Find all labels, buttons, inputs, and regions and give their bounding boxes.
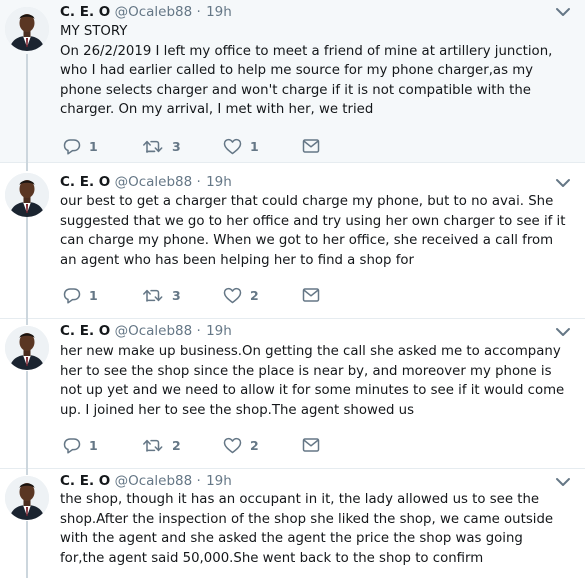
retweet-button[interactable]: 2: [142, 435, 181, 455]
timestamp[interactable]: 19h: [206, 473, 232, 489]
chevron-down-icon[interactable]: [555, 476, 571, 488]
reply-icon: [63, 138, 81, 155]
tweet-header: C. E. O @Ocaleb88 · 19h: [60, 3, 565, 21]
timestamp[interactable]: 19h: [206, 174, 232, 190]
retweet-icon: [143, 289, 163, 302]
author-name[interactable]: C. E. O: [60, 174, 110, 190]
avatar[interactable]: [5, 326, 49, 370]
tweet-thread: C. E. O @Ocaleb88 · 19h MY STORY On 26/2…: [0, 0, 585, 578]
tweet-actions: 1 2 2: [60, 435, 350, 455]
thread-connector: [26, 371, 28, 469]
envelope-icon: [302, 288, 320, 302]
avatar[interactable]: [5, 476, 49, 520]
chevron-down-icon[interactable]: [555, 6, 571, 18]
tweet-header: C. E. O @Ocaleb88 · 19h: [60, 472, 565, 490]
retweet-icon: [143, 140, 163, 153]
thread-connector: [26, 217, 28, 319]
author-name[interactable]: C. E. O: [60, 4, 110, 20]
separator-dot: ·: [196, 473, 201, 489]
like-button[interactable]: 1: [223, 136, 259, 156]
like-button[interactable]: 2: [223, 435, 259, 455]
direct-message-button[interactable]: [302, 435, 320, 455]
timestamp[interactable]: 19h: [206, 323, 232, 339]
author-handle[interactable]: @Ocaleb88: [115, 323, 193, 339]
separator-dot: ·: [196, 4, 201, 20]
thread-connector: [26, 163, 28, 171]
tweet-header: C. E. O @Ocaleb88 · 19h: [60, 173, 565, 191]
avatar[interactable]: [5, 7, 49, 51]
author-handle[interactable]: @Ocaleb88: [115, 174, 193, 190]
tweet-text: MY STORY On 26/2/2019 I left my office t…: [60, 24, 553, 117]
heart-icon: [223, 138, 242, 154]
tweet[interactable]: C. E. O @Ocaleb88 · 19h MY STORY On 26/2…: [0, 0, 585, 163]
tweet-actions: 1 3 2: [60, 285, 350, 305]
tweet[interactable]: C. E. O @Ocaleb88 · 19h our best to get …: [0, 163, 585, 319]
reply-count: 1: [89, 437, 98, 453]
like-count: 2: [250, 287, 259, 303]
author-handle[interactable]: @Ocaleb88: [115, 473, 193, 489]
tweet[interactable]: C. E. O @Ocaleb88 · 19h the shop, though…: [0, 469, 585, 578]
tweet-text: her new make up business.On getting the …: [60, 344, 565, 418]
reply-button[interactable]: 1: [63, 435, 98, 455]
tweet-text: our best to get a charger that could cha…: [60, 194, 566, 268]
retweet-count: 3: [172, 138, 181, 154]
reply-button[interactable]: 1: [63, 136, 98, 156]
separator-dot: ·: [196, 174, 201, 190]
author-handle[interactable]: @Ocaleb88: [115, 4, 193, 20]
retweet-icon: [143, 439, 163, 452]
retweet-button[interactable]: 3: [142, 136, 181, 156]
retweet-count: 3: [172, 287, 181, 303]
like-button[interactable]: 2: [223, 285, 259, 305]
reply-icon: [63, 437, 81, 454]
direct-message-button[interactable]: [302, 285, 320, 305]
timestamp[interactable]: 19h: [206, 4, 232, 20]
reply-icon: [63, 287, 81, 304]
retweet-count: 2: [172, 437, 181, 453]
tweet-text: the shop, though it has an occupant in i…: [60, 492, 554, 566]
thread-connector: [26, 469, 28, 475]
chevron-down-icon[interactable]: [555, 177, 571, 189]
avatar[interactable]: [5, 173, 49, 217]
thread-connector: [26, 54, 28, 163]
heart-icon: [223, 287, 242, 303]
reply-button[interactable]: 1: [63, 285, 98, 305]
like-count: 2: [250, 437, 259, 453]
envelope-icon: [302, 438, 320, 452]
author-name[interactable]: C. E. O: [60, 323, 110, 339]
reply-count: 1: [89, 287, 98, 303]
like-count: 1: [250, 138, 259, 154]
thread-connector: [26, 319, 28, 325]
tweet-header: C. E. O @Ocaleb88 · 19h: [60, 322, 565, 340]
heart-icon: [223, 437, 242, 453]
retweet-button[interactable]: 3: [142, 285, 181, 305]
chevron-down-icon[interactable]: [555, 326, 571, 338]
direct-message-button[interactable]: [302, 136, 320, 156]
thread-connector: [26, 521, 28, 578]
tweet[interactable]: C. E. O @Ocaleb88 · 19h her new make up …: [0, 319, 585, 469]
envelope-icon: [302, 139, 320, 153]
separator-dot: ·: [196, 323, 201, 339]
tweet-actions: 1 3 1: [60, 136, 350, 156]
author-name[interactable]: C. E. O: [60, 473, 110, 489]
reply-count: 1: [89, 138, 98, 154]
